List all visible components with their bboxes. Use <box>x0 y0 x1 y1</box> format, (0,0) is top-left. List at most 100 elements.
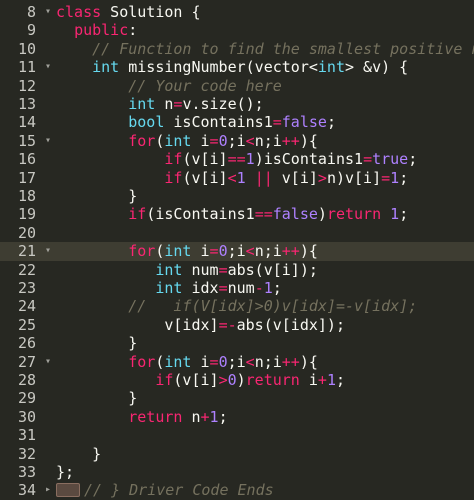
code-token: 1 <box>390 205 400 224</box>
code-text[interactable]: if(v[i]==1)isContains1=true; <box>56 150 417 168</box>
code-token: missingNumber(vector< <box>119 58 318 77</box>
code-token: i <box>191 242 210 261</box>
code-line-23[interactable]: 23 int idx=num-1; <box>0 279 474 297</box>
code-text[interactable]: if(isContains1==false)return 1; <box>56 205 408 223</box>
code-text[interactable]: // } Driver Code Ends <box>56 481 274 499</box>
code-token: int <box>164 242 192 261</box>
code-text[interactable]: // Function to find the smallest positiv… <box>56 40 474 58</box>
code-text[interactable]: int n=v.size(); <box>56 95 264 113</box>
code-line-25[interactable]: 25 v[idx]=-abs(v[idx]); <box>0 316 474 334</box>
code-line-26[interactable]: 26 } <box>0 334 474 352</box>
fold-arrow-icon[interactable]: ▾ <box>43 132 53 150</box>
code-text[interactable]: } <box>56 389 137 407</box>
code-token: // } Driver Code Ends <box>84 481 274 500</box>
code-text[interactable]: for(int i=0;i<n;i++){ <box>56 242 318 260</box>
code-text[interactable]: bool isContains1=false; <box>56 113 336 131</box>
code-token: bool <box>128 113 165 132</box>
code-token: v.size(); <box>182 95 264 113</box>
code-text[interactable]: }; <box>56 463 74 481</box>
code-line-13[interactable]: 13 int n=v.size(); <box>0 95 474 113</box>
code-line-12[interactable]: 12 // Your code here <box>0 77 474 95</box>
code-text[interactable]: v[idx]=-abs(v[idx]); <box>56 316 345 334</box>
code-line-15[interactable]: 15 ▾ for(int i=0;i<n;i++){ <box>0 132 474 150</box>
code-token: ;i <box>227 131 246 150</box>
code-token: for <box>128 131 156 150</box>
line-gutter: 31 <box>0 426 42 444</box>
code-token: ; <box>218 407 228 426</box>
code-text[interactable]: int idx=num-1; <box>56 279 281 297</box>
line-gutter: 23 <box>0 279 42 297</box>
code-token: ; <box>335 371 345 389</box>
line-gutter: 33 <box>0 463 42 481</box>
code-token: int <box>164 352 192 371</box>
code-line-19[interactable]: 19 if(isContains1==false)return 1; <box>0 205 474 223</box>
code-text[interactable]: if(v[i]<1 || v[i]>n)v[i]=1; <box>56 169 408 187</box>
line-gutter: 14 <box>0 113 42 131</box>
code-text[interactable]: int missingNumber(vector<int> &v) { <box>56 58 408 76</box>
code-token: // Your code here <box>128 76 282 95</box>
folded-code-icon[interactable] <box>56 482 80 497</box>
code-token: ++ <box>281 242 300 261</box>
code-line-17[interactable]: 17 if(v[i]<1 || v[i]>n)v[i]=1; <box>0 169 474 187</box>
code-text[interactable]: public: <box>56 21 137 39</box>
fold-arrow-icon[interactable]: ▾ <box>43 242 53 260</box>
code-line-14[interactable]: 14 bool isContains1=false; <box>0 113 474 131</box>
code-line-16[interactable]: 16 if(v[i]==1)isContains1=true; <box>0 150 474 168</box>
fold-arrow-icon[interactable]: ▾ <box>43 3 53 21</box>
code-token: - <box>254 279 264 297</box>
code-token: 1 <box>263 279 273 297</box>
code-text[interactable]: for(int i=0;i<n;i++){ <box>56 132 318 150</box>
code-line-10[interactable]: 10 // Function to find the smallest posi… <box>0 40 474 58</box>
line-gutter: 8 <box>0 3 42 21</box>
code-editor[interactable]: 8 ▾ class Solution {9 public: 10 // Functio… <box>0 0 474 500</box>
code-token: ) <box>236 371 246 389</box>
code-token: > &v) { <box>345 58 409 77</box>
code-line-29[interactable]: 29 } <box>0 389 474 407</box>
code-token: ;i <box>227 352 246 371</box>
code-line-34[interactable]: 34 ▸ // } Driver Code Ends <box>0 481 474 499</box>
code-line-21[interactable]: 21 ▾ for(int i=0;i<n;i++){ <box>0 242 474 261</box>
code-token: // Function to find the smallest positiv… <box>92 39 474 58</box>
code-text[interactable]: class Solution { <box>56 3 201 21</box>
code-token: num <box>182 260 219 279</box>
fold-arrow-icon[interactable]: ▾ <box>43 58 53 76</box>
code-line-32[interactable]: 32 } <box>0 445 474 463</box>
code-token: = <box>272 113 282 132</box>
code-text[interactable]: return n+1; <box>56 407 228 426</box>
code-token: == <box>254 205 273 224</box>
code-text[interactable]: for(int i=0;i<n;i++){ <box>56 353 318 371</box>
fold-arrow-icon[interactable]: ▸ <box>43 481 53 499</box>
code-line-20[interactable]: 20 <box>0 224 474 242</box>
code-line-33[interactable]: 33}; <box>0 463 474 481</box>
line-gutter: 27 <box>0 353 42 371</box>
code-line-30[interactable]: 30 return n+1; <box>0 408 474 426</box>
code-text[interactable]: int num=abs(v[i]); <box>56 261 318 279</box>
code-text[interactable]: if(v[i]>0)return i+1; <box>56 371 345 389</box>
code-line-8[interactable]: 8 ▾ class Solution { <box>0 3 474 21</box>
code-line-24[interactable]: 24 // if(V[idx]>0)v[idx]=-v[idx]; <box>0 297 474 315</box>
code-text[interactable]: } <box>56 445 101 463</box>
code-line-27[interactable]: 27 ▾ for(int i=0;i<n;i++){ <box>0 353 474 371</box>
code-token: = <box>381 168 391 187</box>
code-text[interactable]: } <box>56 187 137 205</box>
code-line-28[interactable]: 28 if(v[i]>0)return i+1; <box>0 371 474 389</box>
code-token: isContains1 <box>164 113 273 132</box>
fold-arrow-icon[interactable]: ▾ <box>43 353 53 371</box>
code-text[interactable]: // if(V[idx]>0)v[idx]=-v[idx]; <box>56 297 417 315</box>
code-line-9[interactable]: 9 public: <box>0 21 474 39</box>
code-line-18[interactable]: 18 } <box>0 187 474 205</box>
code-token: public <box>74 21 129 40</box>
code-text[interactable]: // Your code here <box>56 77 282 95</box>
line-number: 20 <box>17 223 36 242</box>
code-token: if <box>164 150 183 169</box>
code-line-11[interactable]: 11 ▾ int missingNumber(vector<int> &v) { <box>0 58 474 76</box>
code-text[interactable]: } <box>56 334 137 352</box>
code-token: abs(v[idx]); <box>236 315 345 334</box>
code-line-22[interactable]: 22 int num=abs(v[i]); <box>0 261 474 279</box>
code-token: = <box>209 131 219 150</box>
code-line-31[interactable]: 31 <box>0 426 474 444</box>
